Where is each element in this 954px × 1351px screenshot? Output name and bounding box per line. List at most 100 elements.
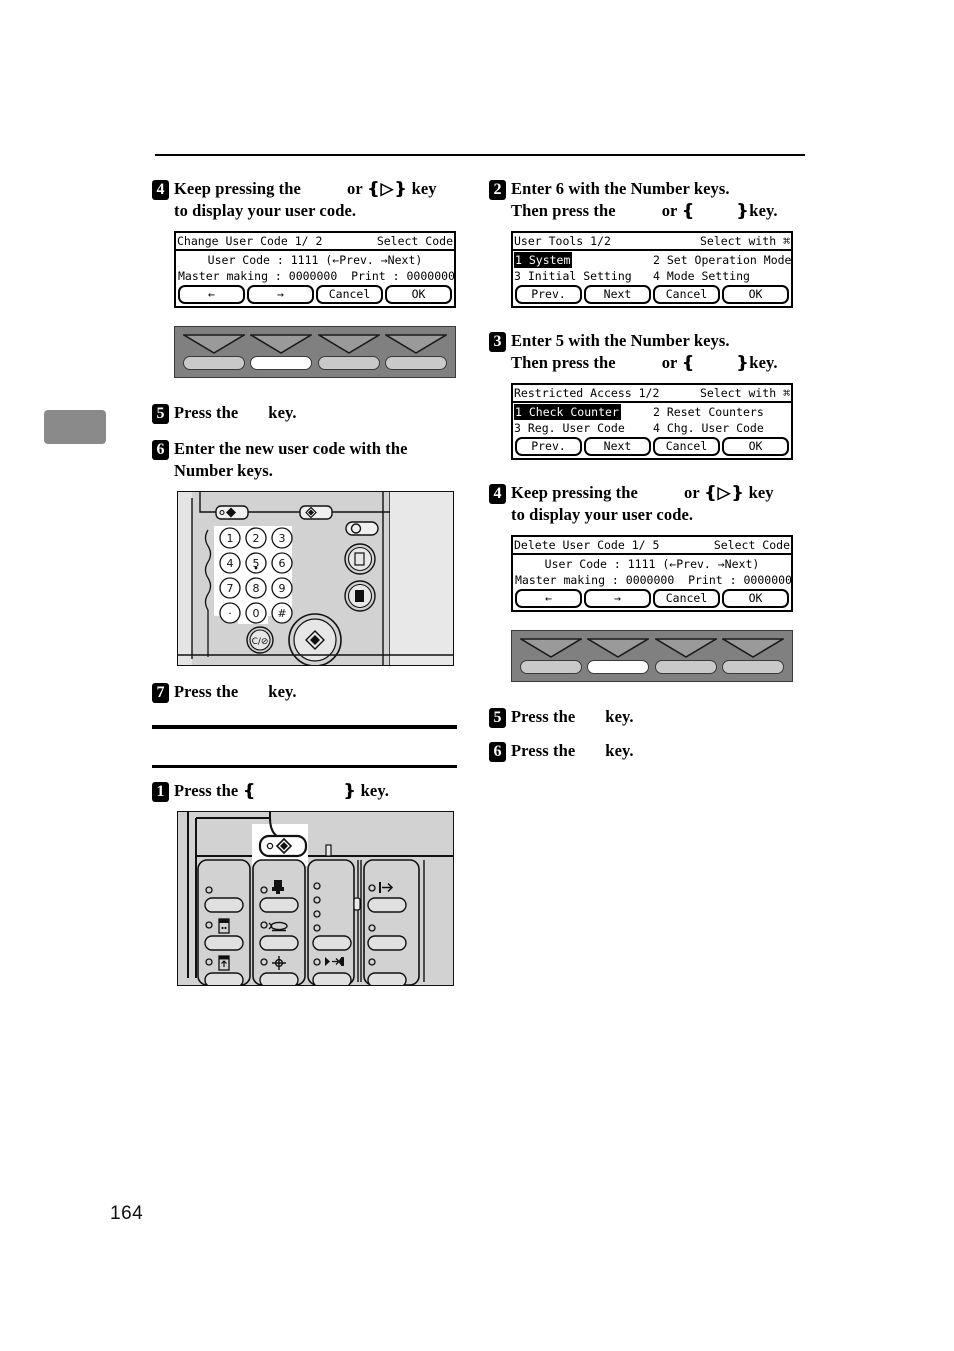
- svg-text:3: 3: [279, 532, 286, 545]
- lcd-menu-item-label-selected: 1 Check Counter: [514, 404, 621, 420]
- lcd-button-next-arrow[interactable]: →: [247, 285, 314, 304]
- lcd-menu-row-1: 1 Check Counter 2 Reset Counters: [513, 404, 791, 420]
- function-key-unit-2[interactable]: [587, 638, 650, 674]
- lcd-menu-item-mode-setting[interactable]: 4 Mode Setting: [652, 268, 791, 284]
- lcd-button-prev[interactable]: Prev.: [515, 285, 582, 304]
- lcd-title-bar: Change User Code 1/ 2 Select Code: [176, 233, 454, 251]
- chevron-down-icon: [385, 334, 448, 354]
- lcd-button-cancel[interactable]: Cancel: [653, 285, 720, 304]
- step-text-part-a: Then press the: [511, 201, 616, 220]
- chevron-down-icon: [317, 334, 380, 354]
- lcd-button-prev[interactable]: Prev.: [515, 437, 582, 456]
- function-key-unit-3[interactable]: [317, 334, 380, 370]
- bracket-open: ❴: [681, 201, 696, 220]
- lcd-print-count: Print : 0000000: [688, 573, 791, 587]
- arrow-right-key-glyph: ▷: [717, 483, 731, 502]
- function-key-button-3[interactable]: [317, 356, 380, 370]
- step-1-left: 1 Press the ❴ ❵ key.: [152, 780, 472, 802]
- step-text-part-c: key.: [749, 201, 778, 220]
- lcd-counter-line: Master making : 0000000 Print : 0000000: [176, 268, 454, 284]
- step-text-part-b: or: [346, 179, 363, 198]
- step-number-badge: 1: [152, 782, 169, 802]
- bracket-close: ❵: [730, 483, 745, 502]
- lcd-title-right: Select with ⌘: [699, 386, 790, 400]
- function-key-unit-1[interactable]: [182, 334, 245, 370]
- arrow-right-key-glyph: ▷: [380, 179, 394, 198]
- bracket-close: ❵: [342, 781, 357, 800]
- svg-text:9: 9: [279, 582, 286, 595]
- step-instruction: Press the key.: [511, 706, 634, 728]
- lcd-menu-item-reg-user-code[interactable]: 3 Reg. User Code: [513, 420, 652, 436]
- lcd-menu-item-reset-counters[interactable]: 2 Reset Counters: [652, 404, 791, 420]
- lcd-button-prev-arrow[interactable]: ←: [515, 589, 582, 608]
- lcd-menu-row-2: 3 Reg. User Code 4 Chg. User Code: [513, 420, 791, 436]
- lcd-menu-item-chg-user-code[interactable]: 4 Chg. User Code: [652, 420, 791, 436]
- step-3-right: 3 Enter 5 with the Number keys. Then pre…: [489, 330, 809, 374]
- function-key-unit-3[interactable]: [654, 638, 717, 674]
- lcd-button-prev-arrow[interactable]: ←: [178, 285, 245, 304]
- lcd-title-left: Change User Code 1/ 2: [177, 234, 323, 248]
- step-number-badge: 3: [489, 332, 506, 352]
- lcd-button-ok[interactable]: OK: [385, 285, 452, 304]
- function-key-button-1[interactable]: [519, 660, 582, 674]
- lcd-button-next-arrow[interactable]: →: [584, 589, 651, 608]
- lcd-body: 1 System 2 Set Operation Mode 3 Initial …: [513, 251, 791, 306]
- lcd-button-ok[interactable]: OK: [722, 437, 789, 456]
- lcd-counter-line: Master making : 0000000 Print : 0000000: [513, 572, 791, 588]
- function-key-unit-1[interactable]: [519, 638, 582, 674]
- lcd-button-cancel[interactable]: Cancel: [316, 285, 383, 304]
- lcd-title-bar: User Tools 1/2 Select with ⌘: [513, 233, 791, 251]
- step-number-badge: 7: [152, 683, 169, 703]
- function-key-button-4[interactable]: [722, 660, 785, 674]
- lcd-title-left: Delete User Code 1/ 5: [514, 538, 660, 552]
- function-key-unit-2[interactable]: [250, 334, 313, 370]
- step-instruction: Enter the new user code with the Number …: [174, 438, 408, 482]
- chevron-down-icon: [519, 638, 582, 658]
- step-text-part-a: Keep pressing the: [511, 483, 638, 502]
- lcd-button-row: ← → Cancel OK: [513, 588, 791, 610]
- chevron-down-icon: [182, 334, 245, 354]
- lcd-delete-user-code: Delete User Code 1/ 5 Select Code User C…: [511, 535, 793, 612]
- function-key-unit-4[interactable]: [722, 638, 785, 674]
- lcd-button-ok[interactable]: OK: [722, 285, 789, 304]
- function-key-button-4[interactable]: [385, 356, 448, 370]
- chevron-down-icon: [654, 638, 717, 658]
- number-keys-illustration: 123 456 789 · 0 # C/⊘: [177, 491, 454, 666]
- lcd-button-row: Prev. Next Cancel OK: [513, 284, 791, 306]
- lcd-button-cancel[interactable]: Cancel: [653, 437, 720, 456]
- bracket-open: ❴: [366, 179, 381, 198]
- bracket-open: ❴: [681, 353, 696, 372]
- lcd-button-ok[interactable]: OK: [722, 589, 789, 608]
- step-6-left: 6 Enter the new user code with the Numbe…: [152, 438, 472, 482]
- lcd-menu-item-label-selected: 1 System: [514, 252, 573, 268]
- lcd-menu-row-2: 3 Initial Setting 4 Mode Setting: [513, 268, 791, 284]
- lcd-body: User Code : 1111 (←Prev. →Next) Master m…: [513, 555, 791, 610]
- step-5-right: 5 Press the key.: [489, 706, 809, 728]
- chapter-tab-marker: [44, 410, 106, 444]
- lcd-button-cancel[interactable]: Cancel: [653, 589, 720, 608]
- lcd-menu-item-initial-setting[interactable]: 3 Initial Setting: [513, 268, 652, 284]
- step-text-part-a: Press the: [174, 682, 239, 701]
- svg-text:2: 2: [253, 532, 260, 545]
- lcd-menu-item-set-operation-mode[interactable]: 2 Set Operation Mode: [652, 252, 791, 268]
- step-text-part-c: key.: [605, 707, 634, 726]
- function-key-button-2-highlighted[interactable]: [587, 660, 650, 674]
- step-text-part-b: or: [661, 353, 678, 372]
- function-key-button-2-highlighted[interactable]: [250, 356, 313, 370]
- lcd-button-next[interactable]: Next: [584, 285, 651, 304]
- lcd-menu-item-system[interactable]: 1 System: [513, 252, 652, 268]
- step-text-part-c: key.: [749, 353, 778, 372]
- function-key-unit-4[interactable]: [385, 334, 448, 370]
- bracket-open: ❴: [242, 781, 257, 800]
- step-number-badge: 4: [152, 180, 169, 200]
- function-key-button-3[interactable]: [654, 660, 717, 674]
- function-key-button-1[interactable]: [182, 356, 245, 370]
- header-rule: [155, 154, 805, 156]
- step-instruction: Press the key.: [174, 681, 297, 703]
- lcd-button-next[interactable]: Next: [584, 437, 651, 456]
- svg-text:4: 4: [227, 557, 234, 570]
- lcd-title-right: Select Code: [376, 234, 453, 248]
- lcd-menu-item-check-counter[interactable]: 1 Check Counter: [513, 404, 652, 420]
- lcd-title-left: User Tools 1/2: [514, 234, 611, 248]
- lcd-user-code-line: User Code : 1111 (←Prev. →Next): [207, 253, 423, 267]
